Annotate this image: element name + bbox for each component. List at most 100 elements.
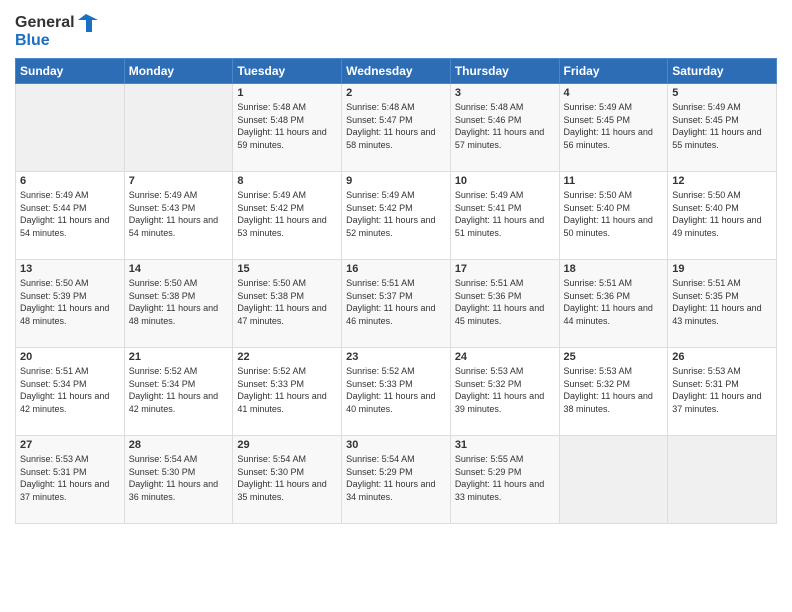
header: General Blue	[15, 10, 777, 50]
weekday-header: Monday	[124, 59, 233, 84]
cell-details: Sunrise: 5:49 AMSunset: 5:43 PMDaylight:…	[129, 189, 229, 239]
calendar-cell: 16 Sunrise: 5:51 AMSunset: 5:37 PMDayligh…	[342, 260, 451, 348]
calendar-cell: 19 Sunrise: 5:51 AMSunset: 5:35 PMDayligh…	[668, 260, 777, 348]
cell-details: Sunrise: 5:51 AMSunset: 5:35 PMDaylight:…	[672, 277, 772, 327]
calendar-cell: 13 Sunrise: 5:50 AMSunset: 5:39 PMDayligh…	[16, 260, 125, 348]
day-number: 23	[346, 351, 446, 363]
calendar-cell	[668, 436, 777, 524]
calendar-cell	[124, 84, 233, 172]
calendar-week-row: 13 Sunrise: 5:50 AMSunset: 5:39 PMDayligh…	[16, 260, 777, 348]
calendar-cell: 9 Sunrise: 5:49 AMSunset: 5:42 PMDaylight…	[342, 172, 451, 260]
calendar-cell: 11 Sunrise: 5:50 AMSunset: 5:40 PMDayligh…	[559, 172, 668, 260]
cell-details: Sunrise: 5:51 AMSunset: 5:36 PMDaylight:…	[564, 277, 664, 327]
cell-details: Sunrise: 5:53 AMSunset: 5:32 PMDaylight:…	[564, 365, 664, 415]
calendar-cell: 6 Sunrise: 5:49 AMSunset: 5:44 PMDaylight…	[16, 172, 125, 260]
calendar-cell: 12Sunrise: 5:50 AMSunset: 5:40 PMDayligh…	[668, 172, 777, 260]
calendar-cell: 22 Sunrise: 5:52 AMSunset: 5:33 PMDayligh…	[233, 348, 342, 436]
weekday-header-row: SundayMondayTuesdayWednesdayThursdayFrid…	[16, 59, 777, 84]
calendar-cell: 31 Sunrise: 5:55 AMSunset: 5:29 PMDayligh…	[450, 436, 559, 524]
day-number: 25	[564, 351, 664, 363]
calendar-cell: 10 Sunrise: 5:49 AMSunset: 5:41 PMDayligh…	[450, 172, 559, 260]
calendar-cell: 21 Sunrise: 5:52 AMSunset: 5:34 PMDayligh…	[124, 348, 233, 436]
cell-details: Sunrise: 5:52 AMSunset: 5:34 PMDaylight:…	[129, 365, 229, 415]
calendar-cell: 23 Sunrise: 5:52 AMSunset: 5:33 PMDayligh…	[342, 348, 451, 436]
day-number: 22	[237, 351, 337, 363]
calendar-page: General Blue SundayMondayTuesdayWednesda…	[0, 0, 792, 612]
logo-blue: Blue	[15, 32, 50, 50]
cell-details: Sunrise: 5:51 AMSunset: 5:37 PMDaylight:…	[346, 277, 446, 327]
day-number: 28	[129, 439, 229, 451]
cell-details: Sunrise: 5:53 AMSunset: 5:32 PMDaylight:…	[455, 365, 555, 415]
day-number: 2	[346, 87, 446, 99]
day-number: 12	[672, 175, 772, 187]
day-number: 8	[237, 175, 337, 187]
cell-details: Sunrise: 5:48 AMSunset: 5:47 PMDaylight:…	[346, 101, 446, 151]
calendar-week-row: 6 Sunrise: 5:49 AMSunset: 5:44 PMDaylight…	[16, 172, 777, 260]
cell-details: Sunrise: 5:50 AMSunset: 5:39 PMDaylight:…	[20, 277, 120, 327]
day-number: 14	[129, 263, 229, 275]
cell-details: Sunrise: 5:49 AMSunset: 5:44 PMDaylight:…	[20, 189, 120, 239]
cell-details: Sunrise: 5:48 AMSunset: 5:48 PMDaylight:…	[237, 101, 337, 151]
day-number: 24	[455, 351, 555, 363]
cell-details: Sunrise: 5:53 AMSunset: 5:31 PMDaylight:…	[672, 365, 772, 415]
cell-details: Sunrise: 5:49 AMSunset: 5:42 PMDaylight:…	[237, 189, 337, 239]
calendar-cell: 1 Sunrise: 5:48 AMSunset: 5:48 PMDaylight…	[233, 84, 342, 172]
day-number: 7	[129, 175, 229, 187]
cell-details: Sunrise: 5:49 AMSunset: 5:41 PMDaylight:…	[455, 189, 555, 239]
cell-details: Sunrise: 5:53 AMSunset: 5:31 PMDaylight:…	[20, 453, 120, 503]
cell-details: Sunrise: 5:49 AMSunset: 5:45 PMDaylight:…	[564, 101, 664, 151]
cell-details: Sunrise: 5:52 AMSunset: 5:33 PMDaylight:…	[237, 365, 337, 415]
calendar-cell	[559, 436, 668, 524]
day-number: 4	[564, 87, 664, 99]
calendar-cell: 17Sunrise: 5:51 AMSunset: 5:36 PMDayligh…	[450, 260, 559, 348]
day-number: 16	[346, 263, 446, 275]
day-number: 6	[20, 175, 120, 187]
calendar-cell: 27 Sunrise: 5:53 AMSunset: 5:31 PMDayligh…	[16, 436, 125, 524]
calendar-cell: 2 Sunrise: 5:48 AMSunset: 5:47 PMDaylight…	[342, 84, 451, 172]
day-number: 11	[564, 175, 664, 187]
weekday-header: Sunday	[16, 59, 125, 84]
logo-general: General	[15, 14, 75, 32]
day-number: 18	[564, 263, 664, 275]
cell-details: Sunrise: 5:54 AMSunset: 5:30 PMDaylight:…	[237, 453, 337, 503]
calendar-cell: 5 Sunrise: 5:49 AMSunset: 5:45 PMDaylight…	[668, 84, 777, 172]
calendar-cell: 15 Sunrise: 5:50 AMSunset: 5:38 PMDayligh…	[233, 260, 342, 348]
day-number: 9	[346, 175, 446, 187]
calendar-week-row: 1 Sunrise: 5:48 AMSunset: 5:48 PMDaylight…	[16, 84, 777, 172]
cell-details: Sunrise: 5:49 AMSunset: 5:42 PMDaylight:…	[346, 189, 446, 239]
day-number: 26	[672, 351, 772, 363]
day-number: 10	[455, 175, 555, 187]
day-number: 1	[237, 87, 337, 99]
cell-details: Sunrise: 5:54 AMSunset: 5:30 PMDaylight:…	[129, 453, 229, 503]
day-number: 31	[455, 439, 555, 451]
calendar-cell: 14Sunrise: 5:50 AMSunset: 5:38 PMDayligh…	[124, 260, 233, 348]
calendar-table: SundayMondayTuesdayWednesdayThursdayFrid…	[15, 58, 777, 524]
cell-details: Sunrise: 5:50 AMSunset: 5:38 PMDaylight:…	[237, 277, 337, 327]
calendar-cell: 7 Sunrise: 5:49 AMSunset: 5:43 PMDaylight…	[124, 172, 233, 260]
calendar-week-row: 20Sunrise: 5:51 AMSunset: 5:34 PMDayligh…	[16, 348, 777, 436]
day-number: 20	[20, 351, 120, 363]
day-number: 15	[237, 263, 337, 275]
day-number: 13	[20, 263, 120, 275]
cell-details: Sunrise: 5:55 AMSunset: 5:29 PMDaylight:…	[455, 453, 555, 503]
day-number: 21	[129, 351, 229, 363]
logo-wordmark: General Blue	[15, 14, 98, 50]
calendar-cell: 25 Sunrise: 5:53 AMSunset: 5:32 PMDayligh…	[559, 348, 668, 436]
calendar-cell: 29 Sunrise: 5:54 AMSunset: 5:30 PMDayligh…	[233, 436, 342, 524]
day-number: 30	[346, 439, 446, 451]
calendar-cell: 4 Sunrise: 5:49 AMSunset: 5:45 PMDaylight…	[559, 84, 668, 172]
day-number: 17	[455, 263, 555, 275]
cell-details: Sunrise: 5:52 AMSunset: 5:33 PMDaylight:…	[346, 365, 446, 415]
cell-details: Sunrise: 5:50 AMSunset: 5:40 PMDaylight:…	[564, 189, 664, 239]
day-number: 19	[672, 263, 772, 275]
day-number: 5	[672, 87, 772, 99]
day-number: 27	[20, 439, 120, 451]
day-number: 29	[237, 439, 337, 451]
weekday-header: Thursday	[450, 59, 559, 84]
calendar-cell: 3Sunrise: 5:48 AMSunset: 5:46 PMDaylight…	[450, 84, 559, 172]
calendar-cell: 30Sunrise: 5:54 AMSunset: 5:29 PMDayligh…	[342, 436, 451, 524]
calendar-cell: 8 Sunrise: 5:49 AMSunset: 5:42 PMDaylight…	[233, 172, 342, 260]
cell-details: Sunrise: 5:49 AMSunset: 5:45 PMDaylight:…	[672, 101, 772, 151]
calendar-cell: 18 Sunrise: 5:51 AMSunset: 5:36 PMDayligh…	[559, 260, 668, 348]
weekday-header: Wednesday	[342, 59, 451, 84]
